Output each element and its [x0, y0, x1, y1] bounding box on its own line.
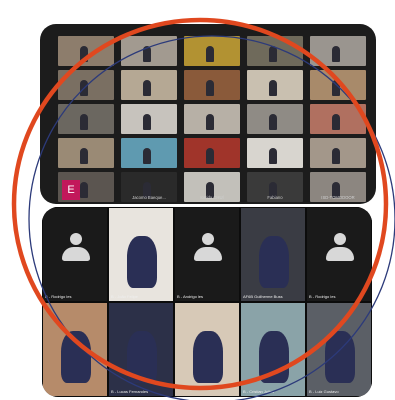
participant-video-tile[interactable]: B - João Felipe — [108, 207, 174, 302]
participant-no-video-tile[interactable]: B - Rodrigo les — [306, 207, 372, 302]
participant-video-tile[interactable] — [184, 36, 240, 66]
participant-figure — [206, 46, 214, 62]
participant-figure — [193, 331, 223, 383]
participant-video-tile[interactable] — [247, 104, 303, 134]
participant-video-tile[interactable]: AF6B Guilherme Buss — [240, 207, 306, 302]
participant-video-tile[interactable] — [121, 36, 177, 66]
participant-figure — [269, 46, 277, 62]
participant-figure — [143, 80, 151, 96]
participant-video-tile[interactable] — [121, 138, 177, 168]
participant-video-tile[interactable] — [58, 104, 114, 134]
participant-figure — [61, 331, 91, 383]
participant-figure — [80, 148, 88, 164]
participant-figure — [80, 114, 88, 130]
participant-figure — [332, 148, 340, 164]
video-gallery-top: E Jacomo Baeque... Iorrida CHUÍ Fabiano ISD-… — [40, 24, 376, 204]
participant-video-tile[interactable] — [58, 70, 114, 100]
participant-figure — [269, 148, 277, 164]
participant-video-tile[interactable] — [121, 70, 177, 100]
participant-figure — [143, 148, 151, 164]
participant-figure — [269, 114, 277, 130]
participant-figure — [143, 46, 151, 62]
participant-video-tile[interactable] — [58, 138, 114, 168]
participant-figure — [325, 331, 355, 383]
participant-slot[interactable]: Jacomo Baeque... — [121, 180, 177, 202]
participant-name-label: Iorrida CHUÍ — [200, 195, 224, 200]
participant-name-label: B - Lucas Fernandes — [111, 389, 149, 394]
participant-video-tile[interactable] — [247, 70, 303, 100]
participant-name-label: B - Luiz Gustavo — [309, 389, 339, 394]
participant-grid — [58, 36, 366, 202]
user-placeholder-icon — [324, 233, 356, 265]
participant-video-tile[interactable]: B - Luiz Gustavo — [306, 302, 372, 397]
user-placeholder-icon — [192, 233, 224, 265]
participant-no-video-tile[interactable]: B - Andrigo les — [174, 207, 240, 302]
participant-figure — [127, 236, 157, 288]
participant-name-label: Fabiano — [267, 195, 283, 200]
participant-figure — [332, 46, 340, 62]
participant-video-tile[interactable]: B - Lucas Fernandes — [108, 302, 174, 397]
participant-video-tile[interactable] — [310, 138, 366, 168]
participant-video-tile[interactable] — [247, 36, 303, 66]
participant-name-label: B - João Felipe — [111, 294, 138, 299]
avatar: E — [62, 180, 80, 200]
participant-name-label: Jacomo Baeque... — [132, 195, 166, 200]
participant-name-label: B - Rodrigo les — [309, 294, 336, 299]
participant-video-tile[interactable] — [121, 104, 177, 134]
participant-video-tile[interactable] — [184, 138, 240, 168]
participant-slot[interactable]: E — [58, 180, 114, 202]
participant-name-label: AF6B Guilherme Buss — [243, 294, 283, 299]
participant-name-label: B - Andrigo les — [177, 294, 204, 299]
participant-name-row: E Jacomo Baeque... Iorrida CHUÍ Fabiano ISD-… — [58, 180, 362, 202]
participant-figure — [332, 80, 340, 96]
participant-name-label: B - Rodrigo les — [45, 294, 72, 299]
participant-name-label: ISD-TOMODOOR — [321, 195, 355, 200]
participant-figure — [259, 331, 289, 383]
participant-figure — [259, 236, 289, 288]
participant-video-tile[interactable]: B - Cristian Julles — [240, 302, 306, 397]
participant-slot[interactable]: Iorrida CHUÍ — [184, 180, 240, 202]
participant-figure — [127, 331, 157, 383]
participant-name-label: B - Cristian Julles — [243, 389, 275, 394]
participant-figure — [206, 148, 214, 164]
participant-no-video-tile[interactable]: B - Rodrigo les — [42, 207, 108, 302]
participant-grid-large: B - Rodrigo les B - João Felipe B - Andrig… — [42, 207, 372, 397]
video-gallery-bottom: B - Rodrigo les B - João Felipe B - Andrig… — [42, 207, 372, 397]
participant-video-tile[interactable] — [184, 70, 240, 100]
participant-video-tile[interactable] — [310, 70, 366, 100]
participant-figure — [269, 80, 277, 96]
participant-video-tile[interactable] — [42, 302, 108, 397]
participant-figure — [206, 80, 214, 96]
participant-video-tile[interactable] — [58, 36, 114, 66]
participant-video-tile[interactable] — [310, 36, 366, 66]
participant-figure — [206, 114, 214, 130]
participant-video-tile[interactable] — [174, 302, 240, 397]
participant-slot[interactable]: ISD-TOMODOOR — [310, 180, 366, 202]
participant-slot[interactable]: Fabiano — [247, 180, 303, 202]
participant-figure — [332, 114, 340, 130]
participant-figure — [80, 46, 88, 62]
participant-figure — [80, 80, 88, 96]
participant-figure — [143, 114, 151, 130]
participant-video-tile[interactable] — [184, 104, 240, 134]
user-placeholder-icon — [60, 233, 92, 265]
participant-video-tile[interactable] — [247, 138, 303, 168]
participant-video-tile[interactable] — [310, 104, 366, 134]
